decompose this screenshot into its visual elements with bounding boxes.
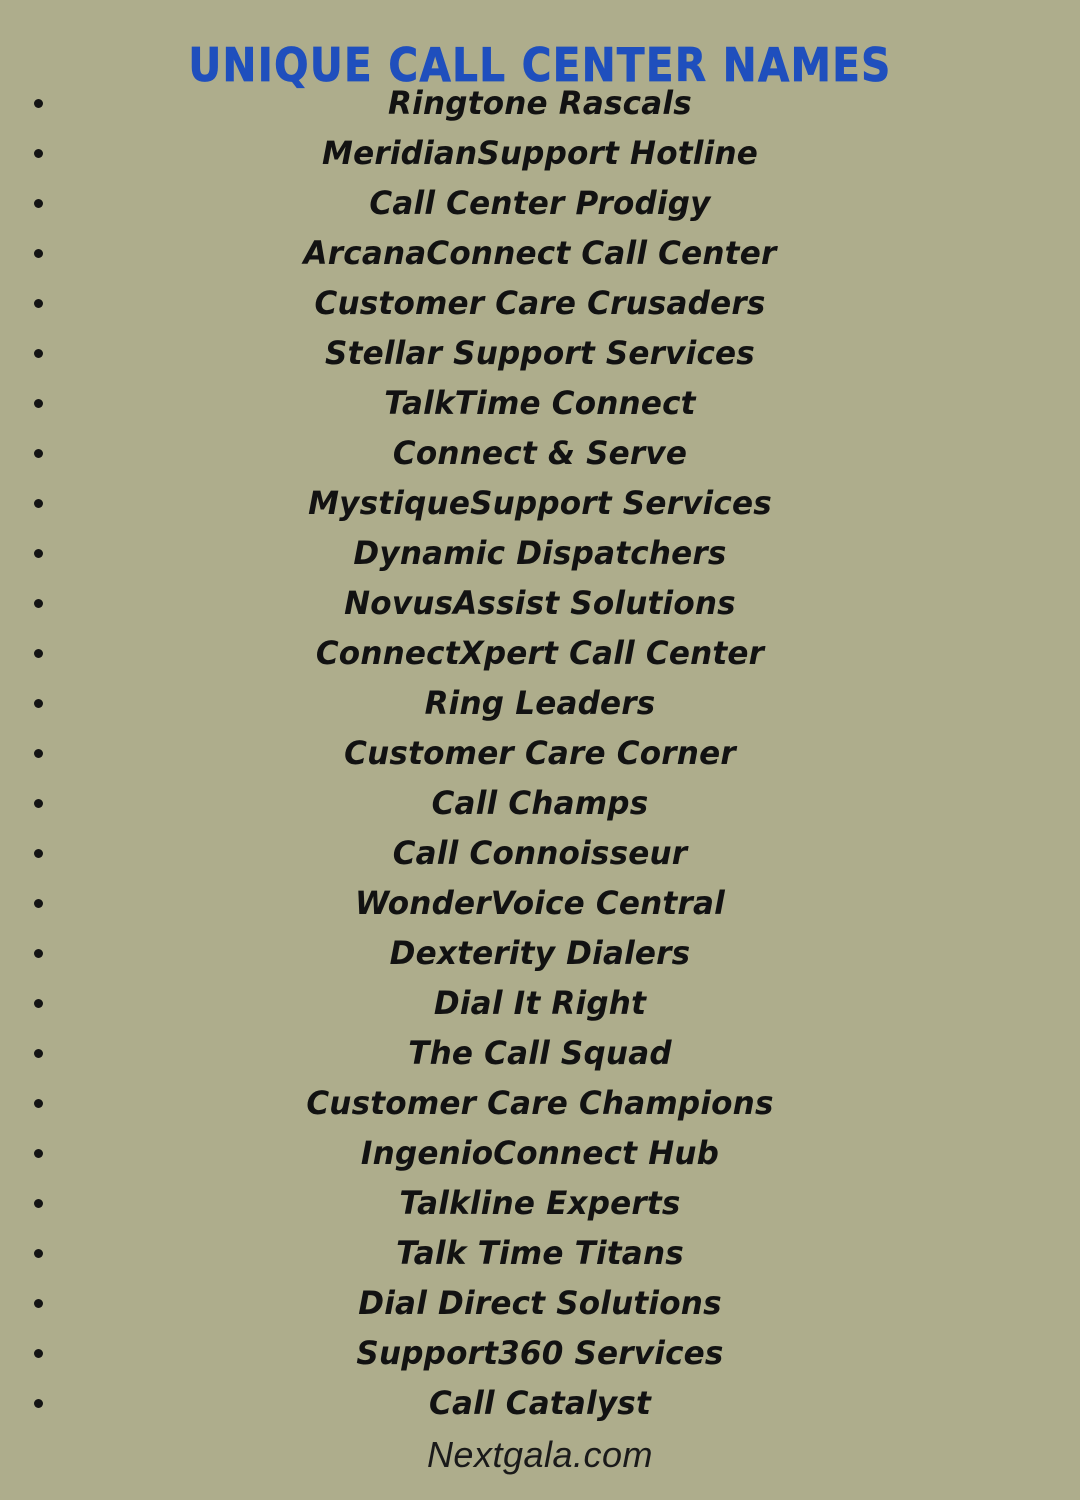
list-item-label: Call Center Prodigy [369, 184, 711, 222]
list-item: Talk Time Titans [0, 1228, 1080, 1278]
list-item: ArcanaConnect Call Center [0, 228, 1080, 278]
list-item-label: Customer Care Crusaders [314, 284, 766, 322]
list-item: MeridianSupport Hotline [0, 128, 1080, 178]
list-item-label: Talkline Experts [399, 1184, 681, 1222]
list-item-label: NovusAssist Solutions [344, 584, 736, 622]
list-item-label: Call Champs [431, 784, 649, 822]
list-item-label: TalkTime Connect [384, 384, 696, 422]
list-item: Dial It Right [0, 978, 1080, 1028]
list-item: MystiqueSupport Services [0, 478, 1080, 528]
poster-page: Unique Call Center Names Ringtone Rascal… [0, 0, 1080, 1500]
list-item-label: Customer Care Corner [344, 734, 736, 772]
list-item: NovusAssist Solutions [0, 578, 1080, 628]
list-item: Customer Care Corner [0, 728, 1080, 778]
call-center-name-list: Ringtone Rascals MeridianSupport Hotline C… [0, 78, 1080, 1428]
list-item: Call Catalyst [0, 1378, 1080, 1428]
list-item-label: Dial It Right [433, 984, 647, 1022]
list-item-label: Support360 Services [356, 1334, 724, 1372]
list-item-label: The Call Squad [408, 1034, 672, 1072]
list-item-label: Call Catalyst [428, 1384, 652, 1422]
list-item: Customer Care Champions [0, 1078, 1080, 1128]
list-item: Ringtone Rascals [0, 78, 1080, 128]
footer-site-credit: Nextgala.com [426, 1434, 654, 1475]
list-item-label: Ringtone Rascals [388, 84, 692, 122]
list-item: Dynamic Dispatchers [0, 528, 1080, 578]
list-item: Ring Leaders [0, 678, 1080, 728]
list-item-label: WonderVoice Central [355, 884, 725, 922]
list-item: Talkline Experts [0, 1178, 1080, 1228]
list-item-label: ArcanaConnect Call Center [303, 234, 777, 272]
list-item-label: Customer Care Champions [306, 1084, 774, 1122]
list-item: Call Connoisseur [0, 828, 1080, 878]
list-item-label: Call Connoisseur [392, 834, 688, 872]
list-item-label: IngenioConnect Hub [360, 1134, 720, 1172]
list-item-label: Dynamic Dispatchers [353, 534, 727, 572]
list-item: Call Center Prodigy [0, 178, 1080, 228]
list-item: IngenioConnect Hub [0, 1128, 1080, 1178]
list-item-label: Stellar Support Services [325, 334, 755, 372]
list-item: The Call Squad [0, 1028, 1080, 1078]
list-item-label: MeridianSupport Hotline [321, 134, 758, 172]
list-item-label: Talk Time Titans [396, 1234, 684, 1272]
list-item-label: Ring Leaders [424, 684, 656, 722]
list-item: Stellar Support Services [0, 328, 1080, 378]
list-item-label: MystiqueSupport Services [308, 484, 772, 522]
list-item: ConnectXpert Call Center [0, 628, 1080, 678]
list-item: Support360 Services [0, 1328, 1080, 1378]
list-item: Dexterity Dialers [0, 928, 1080, 978]
list-item: Call Champs [0, 778, 1080, 828]
list-item-label: Dial Direct Solutions [358, 1284, 722, 1322]
list-item-label: Connect & Serve [392, 434, 688, 472]
list-item: WonderVoice Central [0, 878, 1080, 928]
list-item-label: Dexterity Dialers [389, 934, 691, 972]
list-item: Dial Direct Solutions [0, 1278, 1080, 1328]
list-item-label: ConnectXpert Call Center [315, 634, 765, 672]
list-item: Connect & Serve [0, 428, 1080, 478]
list-item: Customer Care Crusaders [0, 278, 1080, 328]
list-item: TalkTime Connect [0, 378, 1080, 428]
